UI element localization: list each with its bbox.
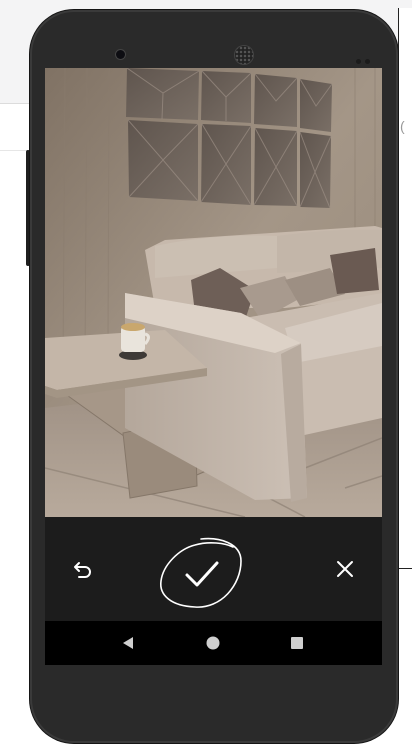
earpiece-speaker	[235, 46, 253, 64]
nav-recents-button[interactable]	[285, 631, 309, 655]
home-circle-icon	[206, 636, 220, 650]
undo-icon	[74, 562, 91, 578]
checkmark-icon	[160, 537, 242, 608]
discard-photo-button[interactable]	[331, 555, 359, 583]
side-panel-glyph: (	[400, 118, 405, 134]
photo-review-controls	[45, 517, 382, 621]
close-icon	[337, 561, 353, 577]
android-navigation-bar	[45, 621, 382, 665]
phone-screen	[45, 68, 382, 665]
recents-square-icon	[291, 637, 303, 649]
back-triangle-icon	[123, 637, 133, 649]
nav-back-button[interactable]	[116, 631, 140, 655]
side-panel-edge	[398, 8, 412, 569]
proximity-sensors	[356, 51, 376, 64]
undo-button[interactable]	[69, 555, 97, 583]
front-camera	[116, 50, 125, 59]
confirm-photo-button[interactable]	[157, 535, 245, 611]
living-room-sofa-photo	[45, 68, 382, 517]
captured-photo	[45, 68, 382, 517]
nav-home-button[interactable]	[201, 631, 225, 655]
